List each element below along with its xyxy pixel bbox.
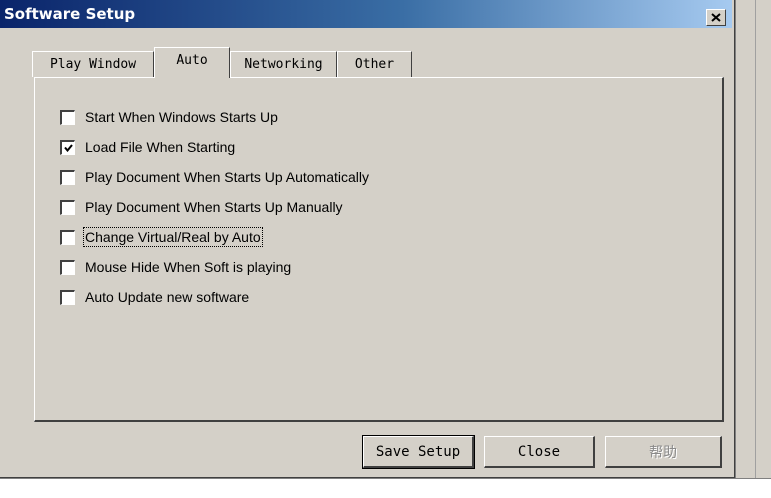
option-label: Play Document When Starts Up Manually <box>85 199 343 215</box>
tab-play-window[interactable]: Play Window <box>32 51 154 77</box>
background-window-edge <box>735 0 771 497</box>
option-label: Auto Update new software <box>85 289 250 305</box>
option-mouse-hide[interactable]: Mouse Hide When Soft is playing <box>60 257 291 277</box>
close-window-button[interactable] <box>706 9 726 26</box>
option-play-auto[interactable]: Play Document When Starts Up Automatical… <box>60 167 369 187</box>
option-start-with-windows[interactable]: Start When Windows Starts Up <box>60 107 278 127</box>
tab-auto[interactable]: Auto <box>154 47 230 78</box>
checkbox[interactable] <box>60 229 75 245</box>
option-label: Load File When Starting <box>85 139 236 155</box>
save-setup-button[interactable]: Save Setup <box>362 435 475 469</box>
title-bar[interactable]: Software Setup <box>0 0 732 28</box>
checkbox[interactable] <box>60 259 75 275</box>
option-auto-update[interactable]: Auto Update new software <box>60 287 249 307</box>
checkmark-icon <box>63 143 73 152</box>
tab-other[interactable]: Other <box>337 51 412 77</box>
background-divider <box>755 0 756 480</box>
checkbox[interactable] <box>60 109 75 125</box>
help-button[interactable]: 帮助 <box>605 436 722 468</box>
option-label: Start When Windows Starts Up <box>85 109 278 125</box>
option-label: Play Document When Starts Up Automatical… <box>85 169 370 185</box>
option-label: Mouse Hide When Soft is playing <box>85 259 292 275</box>
tab-networking[interactable]: Networking <box>230 51 337 77</box>
option-load-file-when-starting[interactable]: Load File When Starting <box>60 137 235 157</box>
software-setup-dialog: Software Setup Play Window Auto Networki… <box>0 0 735 478</box>
window-title: Software Setup <box>4 5 136 23</box>
background-area <box>0 478 771 498</box>
option-change-virtual-real[interactable]: Change Virtual/Real by Auto <box>60 227 263 247</box>
option-play-manual[interactable]: Play Document When Starts Up Manually <box>60 197 343 217</box>
checkbox[interactable] <box>60 169 75 185</box>
option-label: Change Virtual/Real by Auto <box>83 227 263 247</box>
checkbox[interactable] <box>60 199 75 215</box>
auto-tab-panel: Start When Windows Starts Up Load File W… <box>34 77 724 422</box>
checkbox[interactable] <box>60 289 75 305</box>
checkbox[interactable] <box>60 139 75 155</box>
close-icon <box>711 13 721 22</box>
close-button[interactable]: Close <box>484 436 595 468</box>
